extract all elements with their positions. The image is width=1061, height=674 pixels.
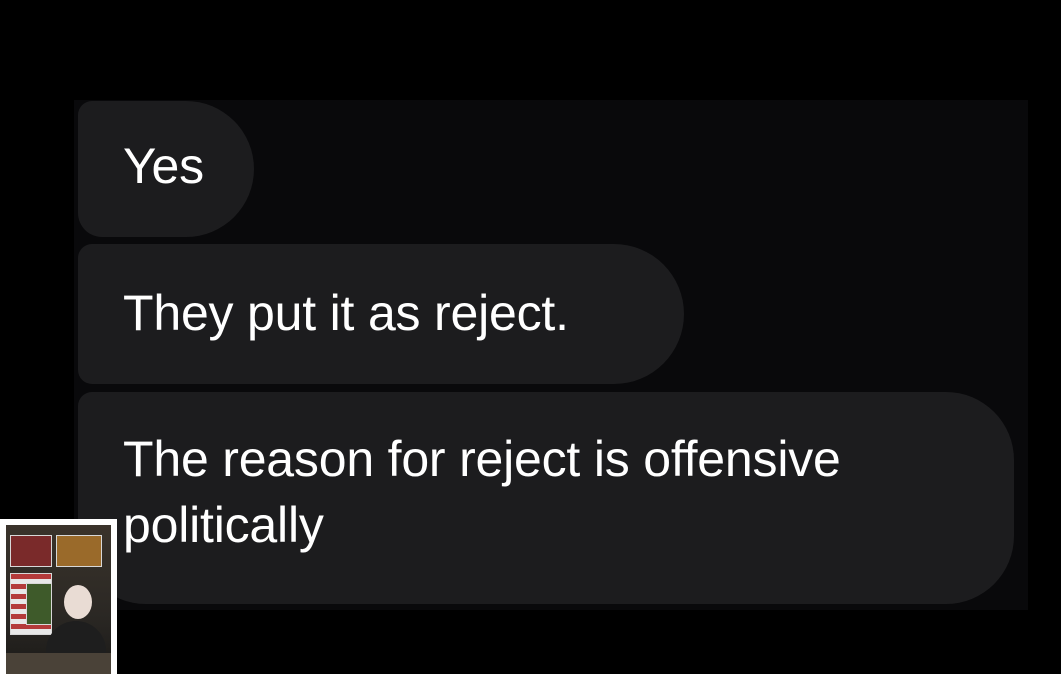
webcam-overlay [0, 519, 117, 674]
poster-image [10, 535, 52, 567]
desk-area [6, 653, 111, 674]
message-text: They put it as reject. [123, 285, 569, 341]
message-text: Yes [123, 138, 204, 194]
message-text-line-1: The reason for reject is offensive [123, 431, 841, 487]
message-bubble[interactable]: They put it as reject. [78, 244, 684, 384]
webcam-video [6, 525, 111, 674]
message-text-line-2: politically [123, 497, 324, 553]
poster-image [56, 535, 102, 567]
message-bubble[interactable]: Yes [78, 101, 254, 237]
person-face [64, 585, 92, 619]
poster-image [26, 583, 52, 625]
message-bubble[interactable]: The reason for reject is offensive polit… [78, 392, 1014, 604]
